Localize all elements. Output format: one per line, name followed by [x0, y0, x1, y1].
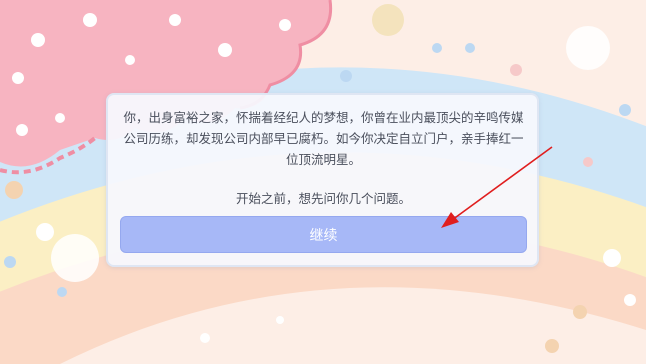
- game-screen: 你，出身富裕之家，怀揣着经纪人的梦想，你曾在业内最顶尖的辛鸣传媒公司历练，却发现…: [0, 0, 646, 364]
- story-text: 你，出身富裕之家，怀揣着经纪人的梦想，你曾在业内最顶尖的辛鸣传媒公司历练，却发现…: [123, 110, 524, 167]
- continue-button[interactable]: 继续: [120, 216, 527, 253]
- intro-dialog: 你，出身富裕之家，怀揣着经纪人的梦想，你曾在业内最顶尖的辛鸣传媒公司历练，却发现…: [106, 93, 539, 267]
- question-prompt: 开始之前，想先问你几个问题。: [235, 191, 411, 206]
